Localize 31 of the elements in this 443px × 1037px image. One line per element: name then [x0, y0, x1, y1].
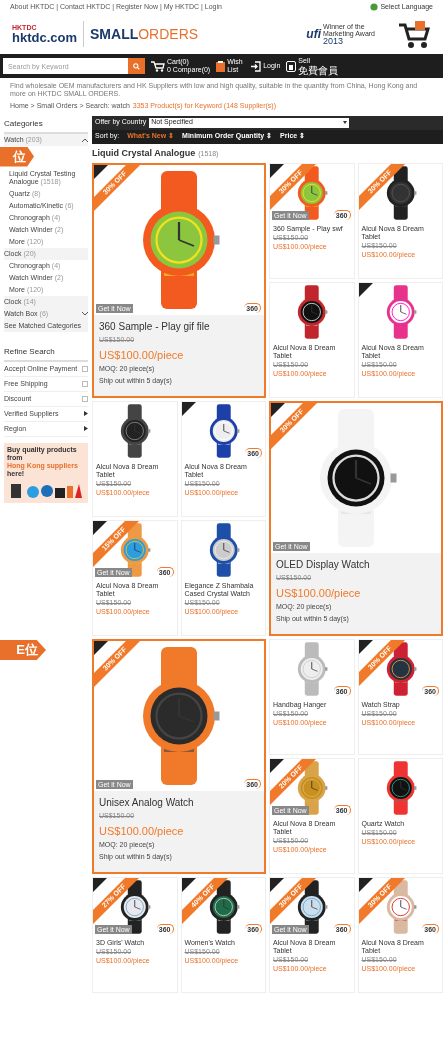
- product-price: US$100.00/piece: [99, 347, 185, 363]
- free-member-text[interactable]: 免費會員: [298, 64, 339, 76]
- globe-icon: [370, 3, 379, 11]
- product-title[interactable]: OLED Display Watch: [276, 557, 436, 572]
- product-price: US$100.00/piece: [276, 585, 362, 601]
- product-title[interactable]: Unisex Analog Watch: [99, 795, 259, 810]
- rank-callout: 位: [0, 146, 34, 167]
- arrow-icon[interactable]: [84, 426, 88, 431]
- arrow-icon[interactable]: [84, 411, 88, 416]
- search-button[interactable]: [128, 58, 145, 74]
- clipboard-icon[interactable]: [216, 60, 226, 72]
- award-logo: ufi: [306, 26, 321, 43]
- site-logo[interactable]: hktdc.com: [12, 31, 77, 44]
- refine-search-title: Refine Search: [4, 343, 88, 362]
- login-icon[interactable]: [251, 60, 262, 72]
- shopping-cart-icon[interactable]: [397, 19, 431, 49]
- section-heading: Liquid Crystal Analogue: [92, 146, 196, 160]
- product-title[interactable]: 360 Sample - Play gif file: [99, 319, 259, 334]
- filter-checkbox[interactable]: [82, 365, 88, 372]
- cart-icon[interactable]: [151, 60, 165, 72]
- expand-icon[interactable]: [82, 311, 88, 316]
- rank-callout: E位: [0, 640, 46, 660]
- collapse-icon[interactable]: [82, 137, 88, 142]
- filter-checkbox[interactable]: [82, 395, 88, 402]
- filter-checkbox[interactable]: [82, 380, 88, 387]
- product-price: US$100.00/piece: [99, 823, 185, 839]
- dropdown-icon: [343, 121, 348, 124]
- award-year: 2013: [323, 36, 344, 46]
- store-icon[interactable]: [286, 60, 297, 72]
- smallorders-logo[interactable]: SMALLORDERS: [90, 23, 199, 45]
- search-icon: [133, 62, 140, 70]
